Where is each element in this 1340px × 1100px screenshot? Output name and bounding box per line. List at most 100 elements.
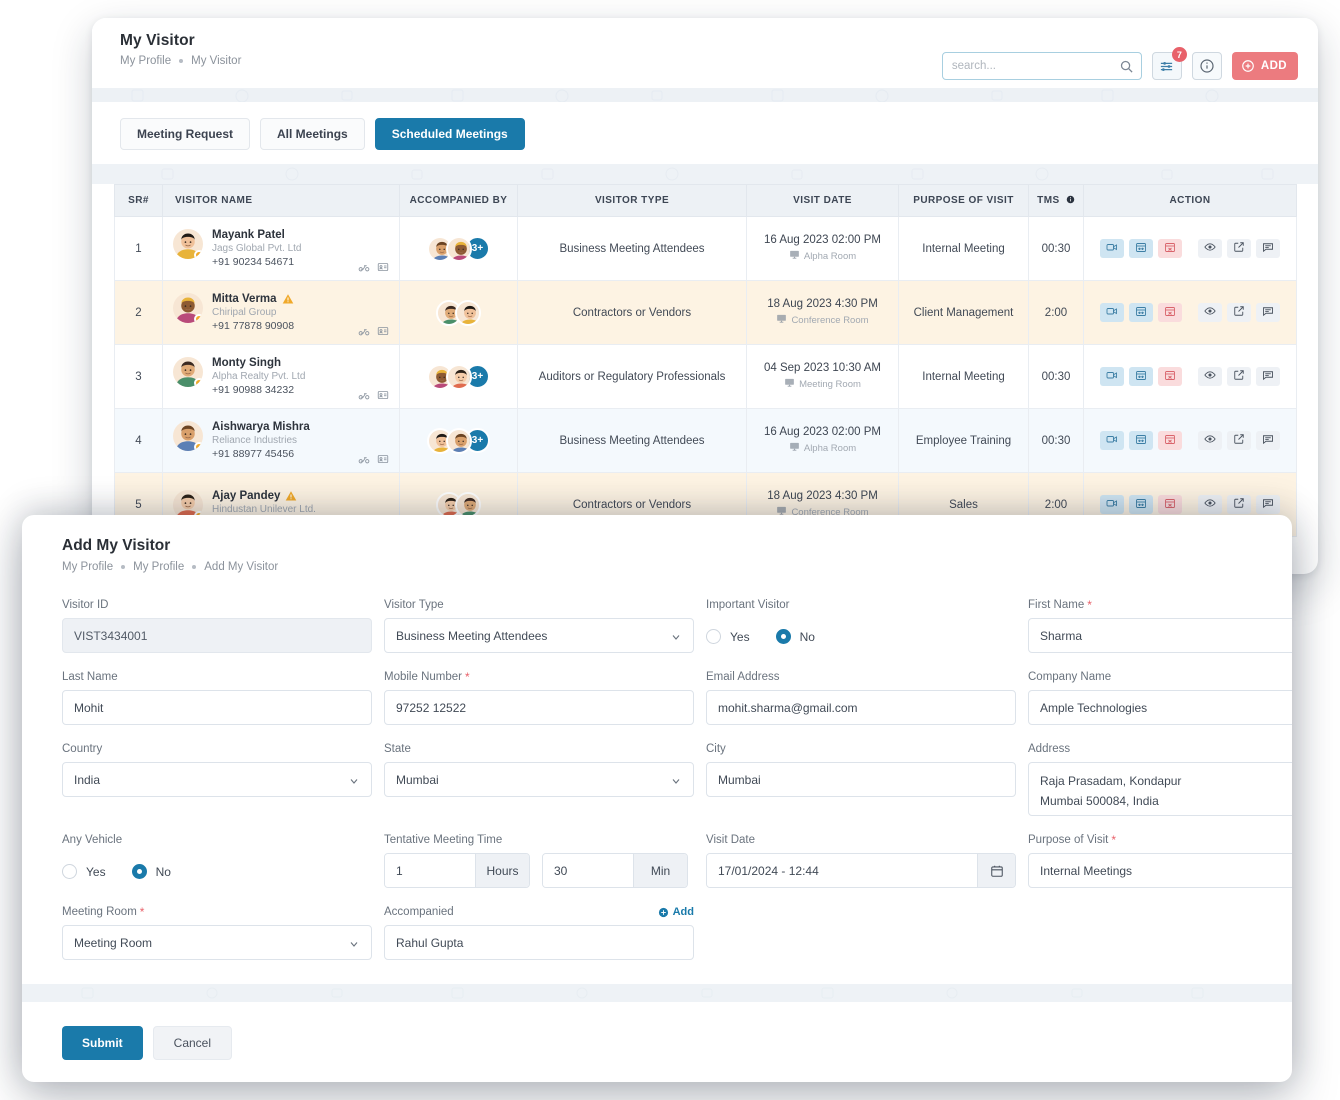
cell-visitor-type: Contractors or Vendors [518,281,747,345]
action-video-call-button[interactable] [1100,239,1124,258]
vehicle-bike-icon[interactable] [358,389,370,404]
tab-all-meetings[interactable]: All Meetings [260,118,365,150]
id-card-icon[interactable] [377,453,389,468]
address-line-2: Mumbai 500084, India [1040,791,1292,811]
form-row-2: Last Name Mohit Mobile Number * 97252 12… [62,671,1254,743]
tentative-minutes-stepper[interactable]: 30 Min [542,853,688,888]
any-vehicle-no[interactable]: No [132,864,171,879]
action-eye-view-button[interactable] [1198,367,1222,386]
visit-date-value[interactable]: 17/01/2024 - 12:44 [707,854,977,887]
add-button[interactable]: ADD [1232,52,1298,80]
action-video-call-button[interactable] [1100,495,1124,514]
any-vehicle-yes[interactable]: Yes [62,864,106,879]
purpose-of-visit-select[interactable]: Internal Meetings [1028,853,1292,888]
field-purpose-of-visit: Purpose of Visit * Internal Meetings [1028,834,1292,888]
col-visitor-name: VISITOR NAME [163,185,400,217]
my-visitor-window: My Visitor My Profile My Visitor [92,18,1318,574]
id-card-icon[interactable] [377,389,389,404]
info-circle-icon[interactable] [1066,195,1075,204]
action-eye-view-button[interactable] [1198,495,1222,514]
tentative-minutes-value[interactable]: 30 [543,854,633,887]
action-group-secondary [1198,431,1280,450]
last-name-input[interactable]: Mohit [62,690,372,725]
purpose-of-visit-value: Internal Meetings [1040,864,1132,878]
cancel-button[interactable]: Cancel [153,1026,232,1060]
action-calendar-button[interactable] [1129,239,1153,258]
visit-date-picker[interactable]: 17/01/2024 - 12:44 [706,853,1016,888]
field-accompanied: Accompanied Add Rahul Gupta [384,906,694,960]
address-textarea[interactable]: Raja Prasadam, Kondapur Mumbai 500084, I… [1028,762,1292,816]
email-address-input[interactable]: mohit.sharma@gmail.com [706,690,1016,725]
action-video-call-button[interactable] [1100,431,1124,450]
meeting-room-select[interactable]: Meeting Room [62,925,372,960]
edit-icon [1233,497,1245,512]
info-button[interactable] [1192,52,1222,80]
vehicle-bike-icon[interactable] [358,453,370,468]
id-card-icon[interactable] [377,325,389,340]
visitor-type-select[interactable]: Business Meeting Attendees [384,618,694,653]
filter-button[interactable]: 7 [1152,52,1182,80]
action-eye-view-button[interactable] [1198,303,1222,322]
tab-scheduled-meetings[interactable]: Scheduled Meetings [375,118,525,150]
tentative-hours-value[interactable]: 1 [385,854,475,887]
tab-meeting-request[interactable]: Meeting Request [120,118,250,150]
action-cancel-calendar-button[interactable] [1158,495,1182,514]
table-row[interactable]: 4Aishwarya MishraReliance Industries+91 … [115,409,1297,473]
calendar-button[interactable] [977,854,1015,887]
action-cancel-calendar-button[interactable] [1158,367,1182,386]
action-video-call-button[interactable] [1100,303,1124,322]
important-visitor-yes-label: Yes [730,630,750,644]
action-eye-view-button[interactable] [1198,431,1222,450]
mobile-number-input[interactable]: 97252 12522 [384,690,694,725]
action-edit-button[interactable] [1227,239,1251,258]
action-calendar-button[interactable] [1129,303,1153,322]
add-accompanied-button[interactable]: Add [658,906,694,918]
vehicle-bike-icon[interactable] [358,325,370,340]
first-name-input[interactable]: Sharma [1028,618,1292,653]
table-row[interactable]: 2Mitta VermaChiripal Group+91 77878 9090… [115,281,1297,345]
breadcrumb-item-1[interactable]: My Visitor [191,55,241,67]
id-card-icon[interactable] [377,261,389,276]
company-name-input[interactable]: Ample Technologies [1028,690,1292,725]
action-cancel-calendar-button[interactable] [1158,239,1182,258]
action-eye-view-button[interactable] [1198,239,1222,258]
breadcrumb-item-0[interactable]: My Profile [120,55,171,67]
action-cancel-calendar-button[interactable] [1158,303,1182,322]
action-edit-button[interactable] [1227,431,1251,450]
important-visitor-no[interactable]: No [776,629,815,644]
action-calendar-button[interactable] [1129,495,1153,514]
action-comment-button[interactable] [1256,495,1280,514]
city-input[interactable]: Mumbai [706,762,1016,797]
accompanied-avatars: 3+ [406,364,511,390]
action-calendar-button[interactable] [1129,367,1153,386]
action-comment-button[interactable] [1256,239,1280,258]
action-video-call-button[interactable] [1100,367,1124,386]
action-edit-button[interactable] [1227,367,1251,386]
action-comment-button[interactable] [1256,367,1280,386]
action-edit-button[interactable] [1227,303,1251,322]
action-calendar-button[interactable] [1129,431,1153,450]
important-visitor-yes[interactable]: Yes [706,629,750,644]
action-comment-button[interactable] [1256,303,1280,322]
visitor-table-container: SR# VISITOR NAME ACCOMPANIED BY VISITOR … [92,184,1318,537]
modal-breadcrumb-item-1[interactable]: My Profile [133,561,184,573]
action-cancel-calendar-button[interactable] [1158,431,1182,450]
table-row[interactable]: 3Monty SinghAlpha Realty Pvt. Ltd+91 909… [115,345,1297,409]
state-select[interactable]: Mumbai [384,762,694,797]
submit-button[interactable]: Submit [62,1026,143,1060]
accompanied-input[interactable]: Rahul Gupta [384,925,694,960]
vehicle-bike-icon[interactable] [358,261,370,276]
visitor-name: Ajay Pandey [212,490,316,502]
action-comment-button[interactable] [1256,431,1280,450]
comment-icon [1262,369,1274,384]
table-row[interactable]: 1Mayank PatelJags Global Pvt. Ltd+91 902… [115,217,1297,281]
search-input[interactable] [943,53,1141,79]
action-edit-button[interactable] [1227,495,1251,514]
country-select[interactable]: India [62,762,372,797]
modal-breadcrumb-item-0[interactable]: My Profile [62,561,113,573]
tentative-hours-stepper[interactable]: 1 Hours [384,853,530,888]
important-visitor-no-label: No [800,630,815,644]
comment-icon [1262,497,1274,512]
search-box[interactable] [942,52,1142,80]
modal-breadcrumb-item-2[interactable]: Add My Visitor [204,561,278,573]
